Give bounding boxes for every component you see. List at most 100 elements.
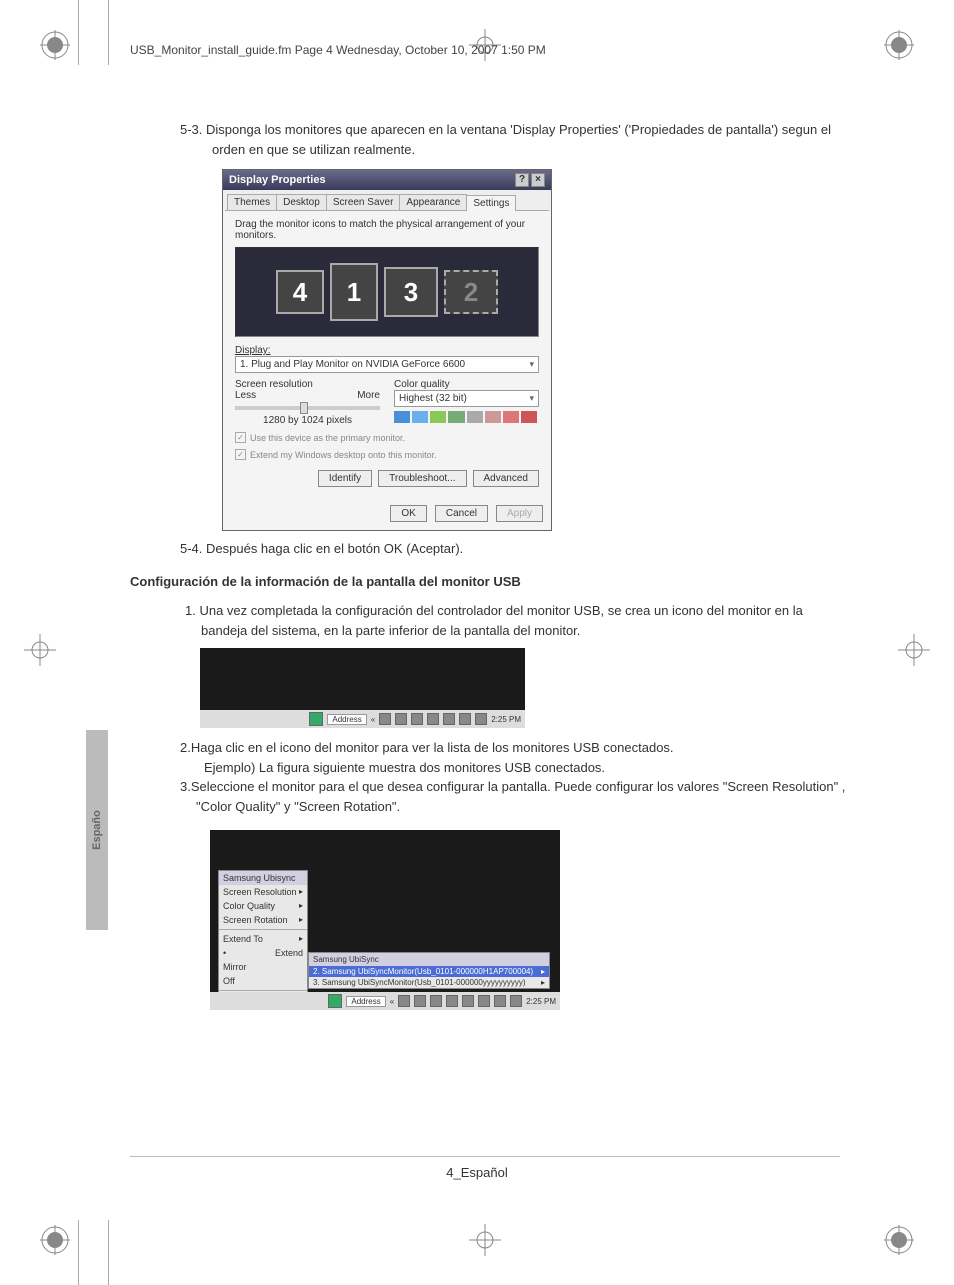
registration-mark-icon [884,1225,914,1255]
menu-mirror[interactable]: Mirror [219,960,307,974]
submenu-item-3[interactable]: 3. Samsung UbiSyncMonitor(Usb_0101-00000… [309,977,549,988]
page-footer: 4_Español [0,1165,954,1180]
ok-button[interactable]: OK [390,505,426,522]
separator [219,990,307,991]
screen-resolution-label: Screen resolution [235,379,380,390]
tray-icon [443,713,455,725]
registration-mark-icon [40,1225,70,1255]
tray-icon [430,995,442,1007]
tab-settings[interactable]: Settings [466,195,516,211]
tray-icon [427,713,439,725]
close-button[interactable]: × [531,173,545,187]
crop-mark [78,1220,79,1285]
address-label: Address [346,996,385,1007]
menu-off[interactable]: Off [219,974,307,988]
monitor-4-icon[interactable]: 4 [276,270,324,314]
menu-color-quality[interactable]: Color Quality▸ [219,899,307,913]
step-5-4-text: 5-4. Después haga clic en el botón OK (A… [180,541,850,556]
checkbox-icon: ✓ [235,449,246,460]
crop-mark [78,0,79,65]
display-properties-dialog: Display Properties ? × Themes Desktop Sc… [222,169,552,531]
help-button[interactable]: ? [515,173,529,187]
checkbox-icon: ✓ [235,432,246,443]
slider-thumb[interactable] [300,402,308,414]
monitor-1-icon[interactable]: 1 [330,263,378,321]
chevron-down-icon: ▾ [529,359,534,370]
tab-appearance[interactable]: Appearance [399,194,467,210]
arrow-icon: ▸ [299,901,303,911]
registration-mark-icon [20,630,60,670]
apply-button[interactable]: Apply [496,505,543,522]
registration-mark-icon [894,630,934,670]
ubisync-context-menu: Samsung Ubisync Screen Resolution▸ Color… [218,870,308,1008]
menu-screen-rotation[interactable]: Screen Rotation▸ [219,913,307,927]
tray-icon [494,995,506,1007]
arrow-icon: ▸ [299,934,303,944]
tray-icon [395,713,407,725]
color-quality-label: Color quality [394,379,539,390]
step-3-text: 3.Seleccione el monitor para el que dese… [180,777,850,816]
resolution-slider[interactable] [235,406,380,410]
systray-screenshot-1: Address « 2:25 PM [200,648,525,728]
menu-extend-to[interactable]: Extend To▸ [219,932,307,946]
clock-text: 2:25 PM [526,997,556,1006]
header-filename: USB_Monitor_install_guide.fm Page 4 Wedn… [130,43,546,57]
tab-desktop[interactable]: Desktop [276,194,327,210]
crop-mark [108,1220,109,1285]
registration-mark-icon [40,30,70,60]
app-icon [309,712,323,726]
app-icon [328,994,342,1008]
submenu-item-2[interactable]: 2. Samsung UbiSyncMonitor(Usb_0101-00000… [309,966,549,977]
step-2-text: 2.Haga clic en el icono del monitor para… [180,738,850,777]
more-label: More [357,390,380,401]
monitor-3-icon[interactable]: 3 [384,267,438,317]
color-quality-select[interactable]: Highest (32 bit) ▾ [394,390,539,407]
tab-screensaver[interactable]: Screen Saver [326,194,401,210]
menu-screen-resolution[interactable]: Screen Resolution▸ [219,885,307,899]
color-quality-bar [394,411,539,423]
tray-icon [411,713,423,725]
display-label: Display: [235,345,539,356]
tray-chevrons-icon: « [371,715,375,724]
color-quality-value: Highest (32 bit) [399,393,467,404]
cancel-button[interactable]: Cancel [435,505,488,522]
arrow-icon: ▸ [541,967,545,976]
drag-instruction: Drag the monitor icons to match the phys… [235,219,539,241]
footer-rule [130,1156,840,1157]
registration-mark-icon [884,30,914,60]
extend-desktop-checkbox: ✓ Extend my Windows desktop onto this mo… [235,449,539,460]
identify-button[interactable]: Identify [318,470,372,487]
address-label: Address [327,714,366,725]
context-menu-title: Samsung Ubisync [219,871,307,885]
resolution-value: 1280 by 1024 pixels [235,415,380,426]
display-select[interactable]: 1. Plug and Play Monitor on NVIDIA GeFor… [235,356,539,373]
language-side-tab: Españo [86,730,108,930]
section-title: Configuración de la información de la pa… [130,574,850,589]
dialog-titlebar: Display Properties ? × [223,170,551,190]
checkbox-label: Extend my Windows desktop onto this moni… [250,450,437,460]
step-5-3-text: 5-3. Disponga los monitores que aparecen… [180,120,850,159]
tray-chevrons-icon: « [390,997,394,1006]
advanced-button[interactable]: Advanced [473,470,539,487]
tray-icon [398,995,410,1007]
troubleshoot-button[interactable]: Troubleshoot... [378,470,466,487]
monitor-2-icon[interactable]: 2 [444,270,498,314]
tray-icon [446,995,458,1007]
taskbar: Address « 2:25 PM [210,992,560,1010]
monitor-arrangement-area[interactable]: 4 1 3 2 [235,247,539,337]
registration-mark-icon [465,1220,505,1260]
tray-icon [414,995,426,1007]
context-menu-screenshot: Samsung Ubisync Screen Resolution▸ Color… [210,830,560,1010]
less-label: Less [235,390,256,401]
arrow-icon: ▸ [541,978,545,987]
clock-text: 2:25 PM [491,715,521,724]
primary-monitor-checkbox: ✓ Use this device as the primary monitor… [235,432,539,443]
checkbox-label: Use this device as the primary monitor. [250,433,405,443]
language-label: Españo [91,810,103,850]
arrow-icon: ▸ [299,887,303,897]
submenu-title: Samsung UbiSync [309,953,549,966]
menu-extend[interactable]: Extend [219,946,307,960]
tab-themes[interactable]: Themes [227,194,277,210]
tray-icon [510,995,522,1007]
separator [219,929,307,930]
